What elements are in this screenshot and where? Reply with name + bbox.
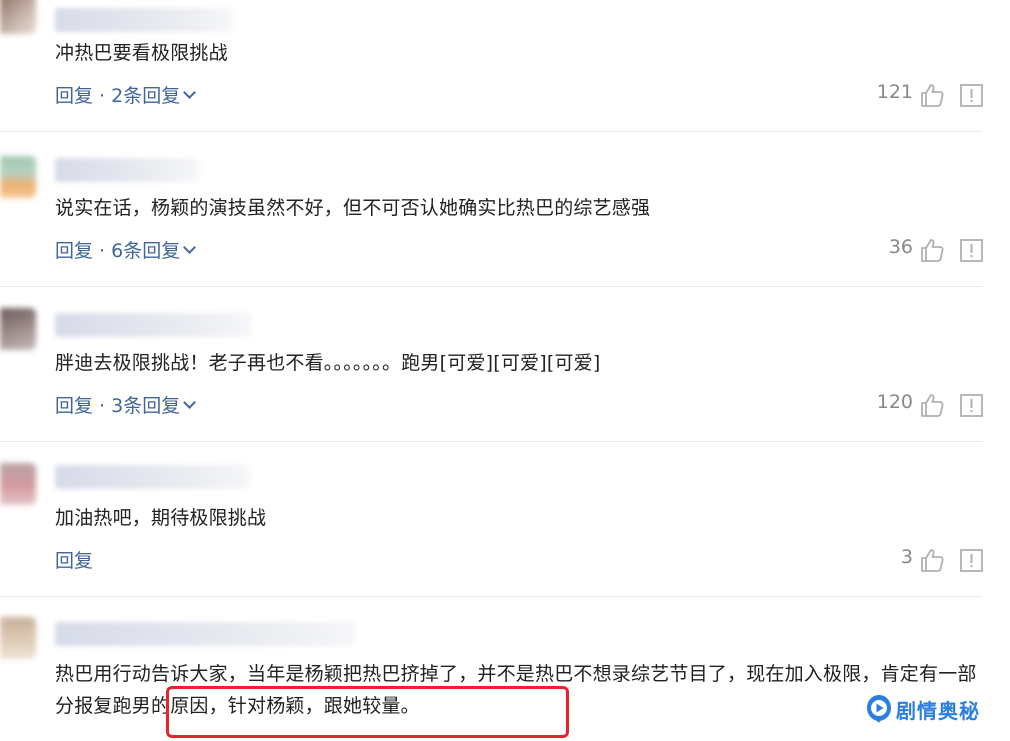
comment-text: 胖迪去极限挑战！老子再也不看。。。。。。。跑男[可爱][可爱][可爱] <box>55 352 601 374</box>
avatar[interactable] <box>0 0 36 34</box>
chevron-down-icon <box>183 396 197 409</box>
report-icon[interactable] <box>960 239 983 262</box>
avatar[interactable] <box>0 308 36 350</box>
like-count: 36 <box>888 236 913 258</box>
username-blurred[interactable] <box>55 8 233 32</box>
thumbs-up-icon[interactable] <box>919 82 945 108</box>
reply-button[interactable]: 回复 · 3条回复 <box>55 391 197 418</box>
reply-label: 回复 · 3条回复 <box>55 395 181 417</box>
reply-button[interactable]: 回复 · 2条回复 <box>55 81 197 108</box>
reply-button[interactable]: 回复 · 6条回复 <box>55 236 197 263</box>
like-count: 121 <box>876 81 913 103</box>
watermark: 剧情奥秘 <box>866 694 980 724</box>
chevron-down-icon <box>183 241 197 254</box>
like-count: 3 <box>900 546 913 568</box>
highlight-box <box>166 686 569 738</box>
reply-button[interactable]: 回复 <box>55 546 93 573</box>
watermark-text: 剧情奥秘 <box>896 698 980 723</box>
report-icon[interactable] <box>960 549 983 572</box>
thumbs-up-icon[interactable] <box>919 237 945 263</box>
divider <box>0 131 982 132</box>
comment-text: 说实在话，杨颖的演技虽然不好，但不可否认她确实比热巴的综艺感强 <box>55 197 651 219</box>
avatar[interactable] <box>0 156 36 198</box>
username-blurred[interactable] <box>55 313 251 337</box>
username-blurred[interactable] <box>55 622 355 646</box>
divider <box>0 441 982 442</box>
report-icon[interactable] <box>960 84 983 107</box>
reply-label: 回复 <box>55 550 94 572</box>
chevron-down-icon <box>183 86 197 99</box>
divider <box>0 286 982 287</box>
comment-text: 冲热巴要看极限挑战 <box>55 42 228 64</box>
reply-label: 回复 · 2条回复 <box>55 85 181 107</box>
avatar[interactable] <box>0 617 36 659</box>
play-logo-icon <box>867 695 891 723</box>
comment-text: 加油热吧，期待极限挑战 <box>55 507 267 529</box>
thumbs-up-icon[interactable] <box>919 392 945 418</box>
like-count: 120 <box>876 391 913 413</box>
username-blurred[interactable] <box>55 465 250 489</box>
report-icon[interactable] <box>960 394 983 417</box>
avatar[interactable] <box>0 463 36 505</box>
thumbs-up-icon[interactable] <box>919 547 945 573</box>
reply-label: 回复 · 6条回复 <box>55 240 181 262</box>
divider <box>0 596 982 597</box>
username-blurred[interactable] <box>55 158 199 182</box>
